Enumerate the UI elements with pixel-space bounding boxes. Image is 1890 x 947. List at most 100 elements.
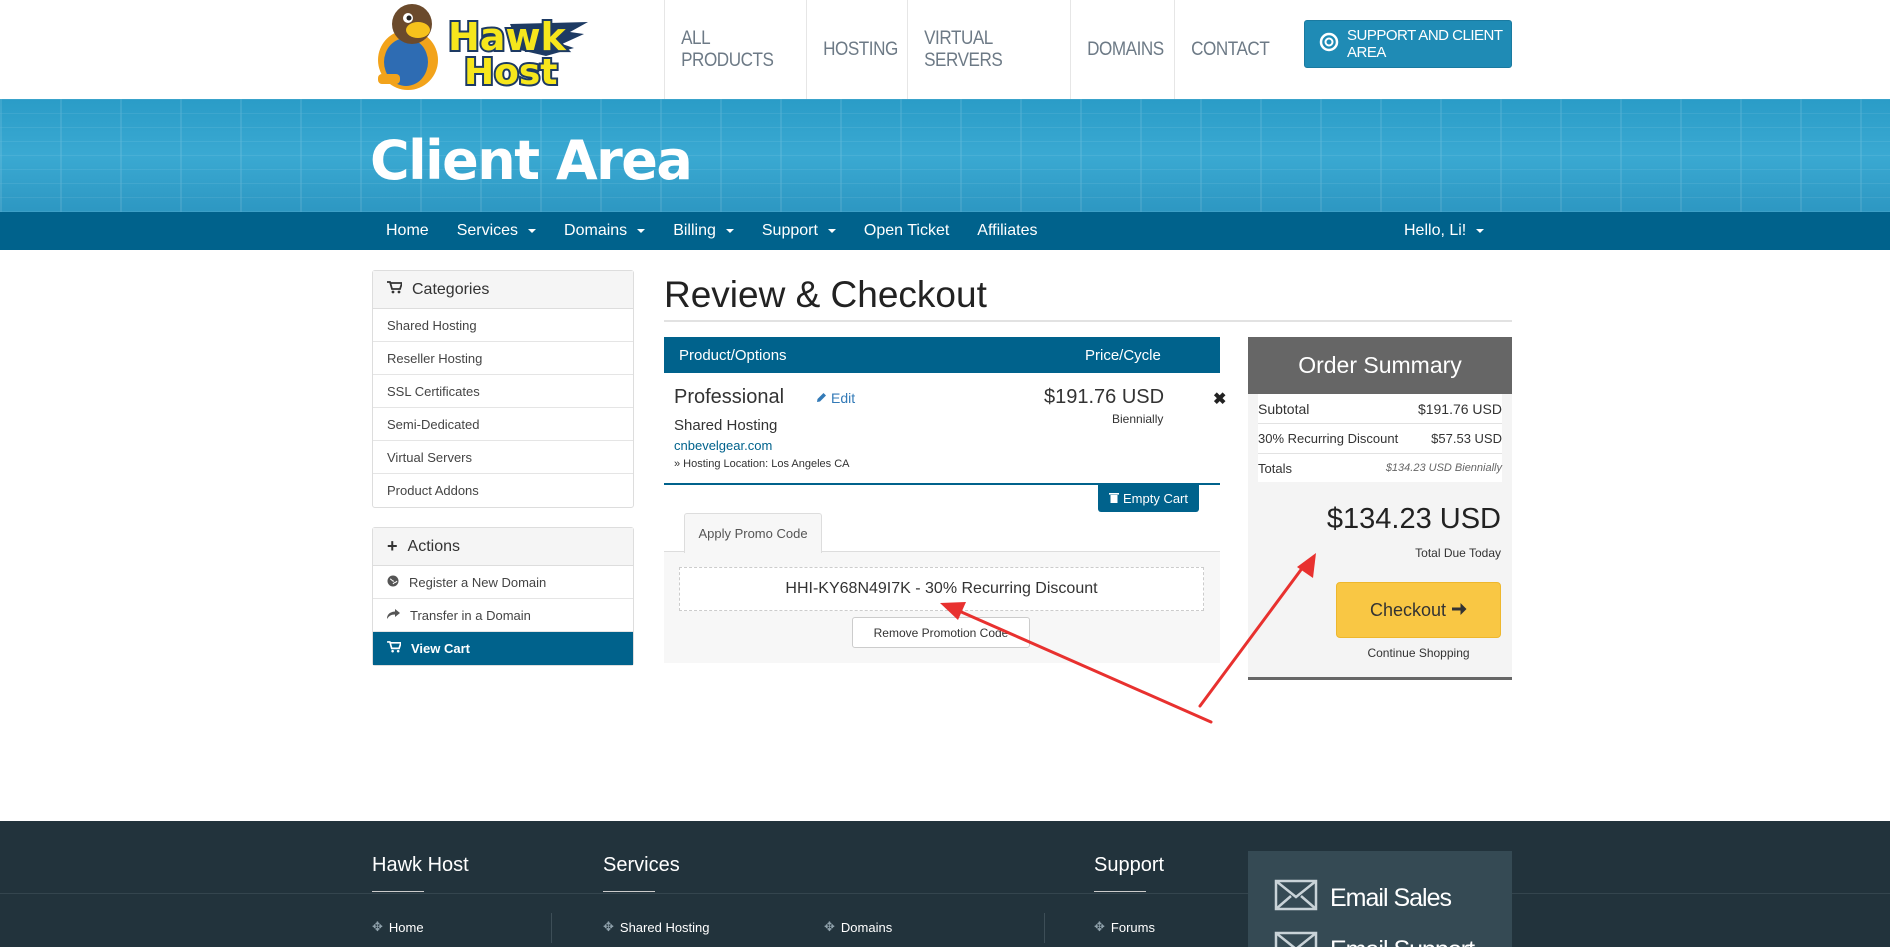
nav-contact[interactable]: CONTACT — [1174, 0, 1270, 99]
footer-link-forums-label: Forums — [1110, 919, 1155, 935]
product-price: $191.76 USD — [1044, 386, 1165, 408]
billing-cycle: Biennially — [1112, 412, 1164, 426]
envelope-icon — [1274, 879, 1318, 918]
nav-virtual-servers[interactable]: VIRTUAL SERVERS — [907, 0, 1054, 99]
footer-title-underline — [372, 891, 424, 892]
total-due-amount: $134.23 USD — [1326, 503, 1501, 535]
order-summary-title: Order Summary — [1248, 337, 1512, 394]
footer-link-domains[interactable]: ✥ Domains — [824, 919, 892, 935]
category-semi-dedicated[interactable]: Semi-Dedicated — [373, 408, 633, 441]
nav-hosting[interactable]: HOSTING — [806, 0, 898, 99]
checkout-label: Checkout — [1369, 599, 1447, 620]
footer-link-shared-hosting-label: Shared Hosting — [619, 919, 710, 935]
applied-promo-code: HHI-KY68N49I7K - 30% Recurring Discount — [679, 567, 1204, 611]
category-ssl-certificates[interactable]: SSL Certificates — [373, 375, 633, 408]
move-arrows-icon: ✥ — [372, 919, 383, 934]
lifebuoy-icon — [1319, 32, 1339, 57]
footer-link-domains-label: Domains — [840, 919, 893, 935]
continue-shopping-link[interactable]: Continue Shopping — [1336, 646, 1501, 660]
nav-domains[interactable]: DOMAINS — [1070, 0, 1164, 99]
email-support-label: Email Support — [1330, 936, 1475, 947]
envelope-icon — [1274, 931, 1318, 947]
price-cycle-header: Price/Cycle — [1085, 346, 1161, 364]
caret-down-icon — [827, 229, 836, 233]
action-transfer-domain-label: Transfer in a Domain — [410, 607, 531, 623]
discount-label: 30% Recurring Discount — [1258, 431, 1399, 446]
subnav-affiliates-label: Affiliates — [977, 222, 1038, 239]
cart-table-header: Product/Options Price/Cycle — [664, 337, 1220, 373]
support-button-label: SUPPORT AND CLIENT AREA — [1347, 27, 1503, 61]
subnav-services-label: Services — [456, 222, 519, 239]
email-sales-label: Email Sales — [1330, 884, 1452, 912]
tab-apply-promo-code[interactable]: Apply Promo Code — [684, 513, 822, 553]
footer-divider — [1044, 913, 1045, 943]
action-view-cart[interactable]: View Cart — [373, 632, 633, 665]
subnav-domains-label: Domains — [564, 222, 628, 239]
actions-header: + Actions — [373, 528, 633, 566]
empty-cart-button[interactable]: Empty Cart — [1098, 485, 1199, 512]
footer-link-forums[interactable]: ✥ Forums — [1094, 919, 1155, 935]
subtotal-value: $191.76 USD — [1417, 400, 1502, 417]
subtotal-label: Subtotal — [1258, 400, 1310, 417]
discount-value: $57.53 USD — [1431, 431, 1502, 446]
total-due-label: Total Due Today — [1415, 546, 1501, 560]
subtotal-line: Subtotal $191.76 USD — [1258, 394, 1502, 424]
footer-link-home[interactable]: ✥ Home — [372, 919, 424, 935]
subnav-open-ticket-label: Open Ticket — [863, 222, 950, 239]
move-arrows-icon: ✥ — [824, 919, 835, 934]
footer-link-home-label: Home — [388, 919, 424, 935]
checkout-button[interactable]: Checkout — [1336, 582, 1501, 638]
remove-item-icon[interactable]: ✖ — [1213, 389, 1226, 409]
footer-link-shared-hosting[interactable]: ✥ Shared Hosting — [603, 919, 710, 935]
subnav-support[interactable]: Support — [748, 222, 850, 240]
move-arrows-icon: ✥ — [603, 919, 614, 934]
product-options-header: Product/Options — [679, 346, 787, 364]
footer-hawk-host-title: Hawk Host — [372, 854, 469, 876]
top-navigation: ALL PRODUCTS HOSTING VIRTUAL SERVERS DOM… — [664, 0, 1274, 99]
edit-product-link[interactable]: Edit — [816, 390, 855, 406]
subnav-billing[interactable]: Billing — [659, 222, 748, 240]
product-domain: cnbevelgear.com — [674, 438, 773, 453]
footer-title-underline — [603, 891, 655, 892]
categories-panel: Categories Shared Hosting Reseller Hosti… — [372, 270, 634, 508]
email-sales-link[interactable]: Email Sales — [1274, 879, 1452, 918]
discount-line: 30% Recurring Discount $57.53 USD — [1258, 424, 1502, 454]
category-reseller-hosting[interactable]: Reseller Hosting — [373, 342, 633, 375]
banner-pattern — [0, 99, 1890, 212]
title-divider — [664, 320, 1512, 322]
caret-down-icon — [528, 229, 537, 233]
category-product-addons[interactable]: Product Addons — [373, 474, 633, 507]
trash-icon — [1108, 491, 1119, 506]
caret-down-icon — [725, 229, 734, 233]
user-menu[interactable]: Hello, Li! — [1404, 212, 1485, 250]
subnav-support-label: Support — [761, 222, 818, 239]
product-group: Shared Hosting — [674, 417, 778, 434]
support-client-area-button[interactable]: SUPPORT AND CLIENT AREA — [1304, 20, 1512, 68]
page-banner: Client Area — [0, 99, 1890, 212]
subnav-home[interactable]: Home — [372, 222, 443, 240]
action-register-domain-label: Register a New Domain — [409, 574, 547, 590]
caret-down-icon — [637, 229, 646, 233]
subnav-services[interactable]: Services — [443, 222, 550, 240]
action-view-cart-label: View Cart — [411, 641, 471, 656]
subnav-open-ticket[interactable]: Open Ticket — [850, 222, 963, 240]
subnav-billing-label: Billing — [673, 222, 716, 239]
footer-contact-box: Email Sales Email Support — [1248, 851, 1512, 947]
svg-text:Host: Host — [464, 52, 558, 92]
footer-support-title: Support — [1094, 854, 1165, 876]
category-shared-hosting[interactable]: Shared Hosting — [373, 309, 633, 342]
cart-icon — [387, 641, 403, 656]
email-support-link[interactable]: Email Support — [1274, 931, 1475, 947]
hawk-host-logo[interactable]: Hawk Host — [370, 2, 590, 95]
remove-promotion-code-button[interactable]: Remove Promotion Code — [852, 617, 1030, 648]
action-transfer-domain[interactable]: Transfer in a Domain — [373, 599, 633, 632]
nav-all-products[interactable]: ALL PRODUCTS — [664, 0, 792, 99]
actions-title: Actions — [407, 537, 460, 555]
user-greeting: Hello, Li! — [1404, 222, 1467, 239]
site-footer — [0, 821, 1890, 947]
subnav-affiliates[interactable]: Affiliates — [963, 222, 1051, 240]
action-register-domain[interactable]: Register a New Domain — [373, 566, 633, 599]
subnav-domains[interactable]: Domains — [550, 222, 659, 240]
footer-services-title: Services — [603, 854, 680, 876]
category-virtual-servers[interactable]: Virtual Servers — [373, 441, 633, 474]
